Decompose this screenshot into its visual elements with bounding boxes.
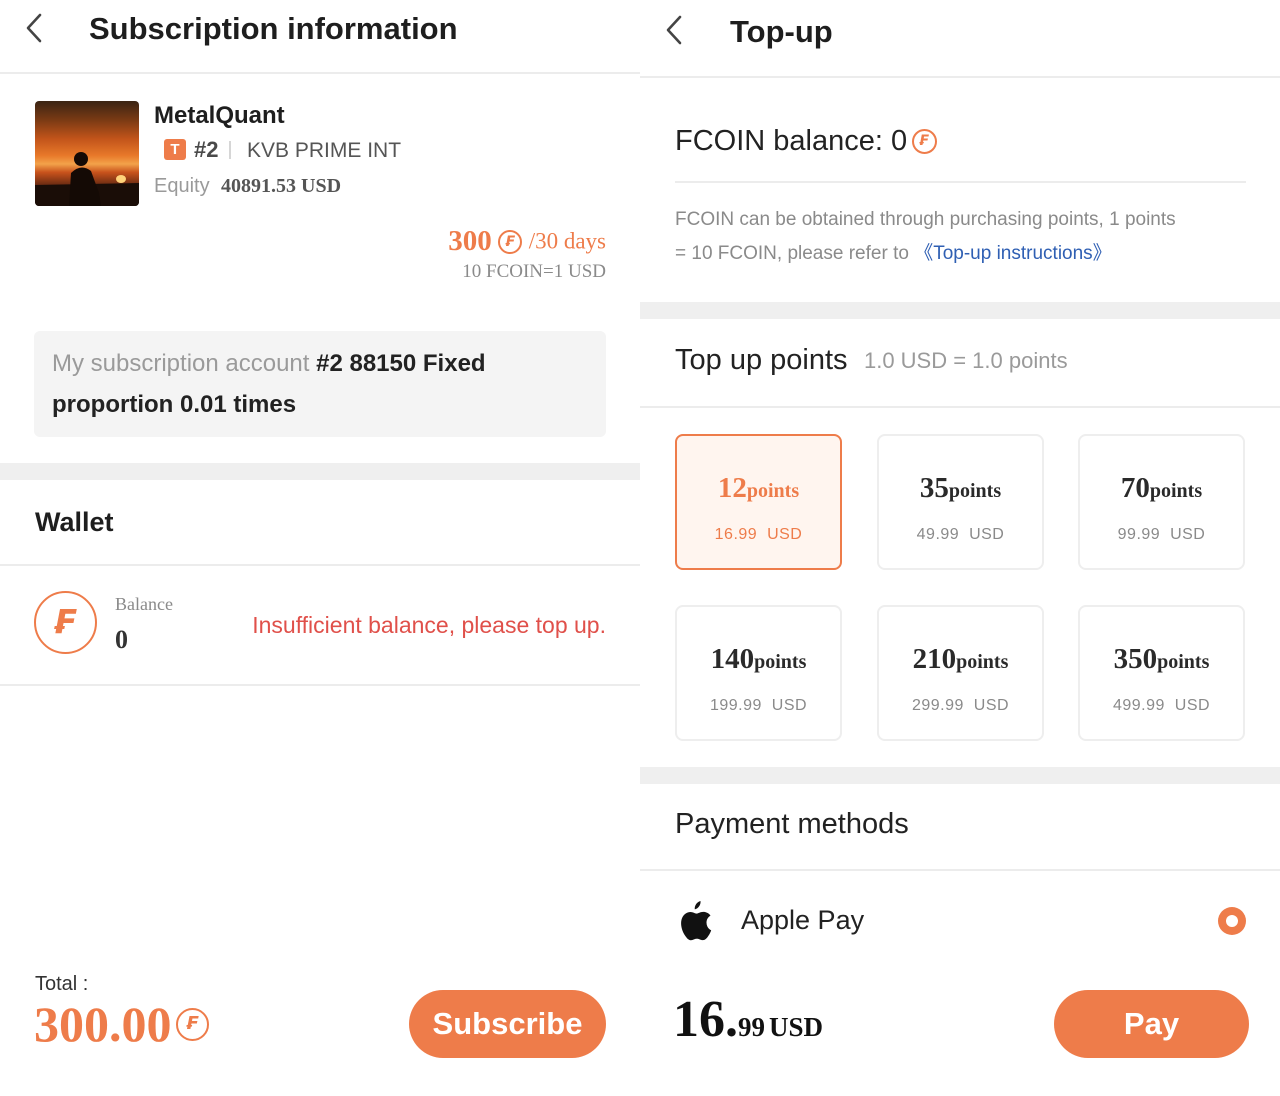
header-divider: [0, 72, 640, 74]
fcoin-balance: FCOIN balance: 0: [675, 125, 908, 157]
equity-label: Equity: [154, 175, 210, 197]
package-points-unit: points: [754, 651, 807, 673]
account-number: #2: [194, 137, 219, 162]
apple-pay-label: Apple Pay: [741, 905, 865, 935]
fcoin-note-line1: FCOIN can be obtained through purchasing…: [675, 209, 1176, 230]
package-points-value: 140: [710, 643, 755, 675]
topup-instructions-link[interactable]: 《Top-up instructions》: [914, 243, 1111, 264]
pay-currency: USD: [769, 1012, 824, 1042]
package-points-value: 350: [1113, 643, 1158, 675]
package-points: 140points: [677, 643, 840, 676]
equity-value: 40891.53 USD: [221, 175, 342, 197]
points-divider: [640, 406, 1280, 408]
balance-value: 0: [115, 625, 128, 654]
subscription-account-value-1: #2 88150 Fixed: [316, 350, 486, 377]
price-row: 300 ₣ /30 days: [448, 225, 606, 258]
subscribe-button[interactable]: Subscribe: [409, 990, 606, 1058]
page-title: Top-up: [730, 14, 833, 49]
points-package-card[interactable]: 210points 299.99 USD: [877, 605, 1044, 741]
package-points-value: 12: [717, 472, 747, 504]
price-period: /30 days: [528, 228, 606, 254]
points-package-card[interactable]: 140points 199.99 USD: [675, 605, 842, 741]
strategy-avatar[interactable]: [35, 101, 139, 206]
package-price: 99.99 USD: [1117, 526, 1206, 543]
package-points: 210points: [879, 643, 1042, 676]
points-package-card[interactable]: 350points 499.99 USD: [1078, 605, 1245, 741]
package-points: 35points: [879, 472, 1042, 505]
package-points-value: 210: [912, 643, 957, 675]
wallet-fcoin-icon: ₣: [34, 591, 97, 654]
total-label: Total :: [35, 973, 89, 995]
balance-divider: [675, 181, 1246, 183]
back-chevron-icon[interactable]: [22, 10, 48, 50]
balance-label: Balance: [115, 594, 173, 614]
pay-amount-decimal: 99: [738, 1012, 765, 1042]
topup-panel: Top-up FCOIN balance: 0 ₣ FCOIN can be o…: [640, 0, 1280, 1096]
package-points-unit: points: [1149, 480, 1203, 502]
subscription-panel: Subscription information MetalQuant T #2…: [0, 0, 640, 1096]
insufficient-balance-warning[interactable]: Insufficient balance, please top up.: [252, 612, 606, 639]
points-title: Top up points: [675, 344, 848, 376]
price-amount: 300: [448, 225, 492, 257]
tag-separator: [229, 141, 231, 159]
exchange-rate: 10 FCOIN=1 USD: [462, 261, 606, 282]
wallet-bottom-divider: [0, 684, 640, 686]
subscription-account-value-2: proportion 0.01 times: [52, 391, 297, 418]
package-price: 199.99 USD: [709, 697, 808, 714]
total-value: 300.00: [34, 996, 172, 1052]
package-price: 49.99 USD: [916, 526, 1005, 543]
package-price: 16.99 USD: [714, 526, 803, 543]
points-package-card[interactable]: 70points 99.99 USD: [1078, 434, 1245, 570]
total-fcoin-icon: ₣: [175, 1007, 209, 1041]
package-points-unit: points: [1157, 651, 1210, 673]
section-separator: [640, 767, 1280, 784]
header-divider: [640, 76, 1280, 78]
payment-divider: [640, 869, 1280, 871]
total-row: 300.00 ₣: [34, 995, 209, 1053]
package-points-value: 70: [1120, 472, 1150, 504]
pay-total: 16.99 USD: [673, 990, 823, 1049]
section-separator: [0, 463, 640, 480]
package-points-unit: points: [948, 480, 1002, 502]
section-separator: [640, 302, 1280, 319]
subscription-account-label: My subscription account: [52, 350, 310, 377]
fcoin-note-line2: = 10 FCOIN, please refer to: [675, 243, 909, 264]
points-package-card[interactable]: 12points 16.99 USD: [675, 434, 842, 570]
strategy-name: MetalQuant: [154, 102, 285, 129]
package-points: 70points: [1080, 472, 1243, 505]
pay-amount-integer: 16.: [673, 991, 738, 1048]
fcoin-icon: ₣: [498, 229, 523, 254]
payment-methods-title: Payment methods: [675, 808, 909, 840]
fcoin-icon: ₣: [911, 129, 937, 154]
points-rate: 1.0 USD = 1.0 points: [863, 347, 1068, 373]
package-points-unit: points: [956, 651, 1009, 673]
apple-pay-radio[interactable]: [1218, 907, 1246, 935]
strategy-tag-badge: T: [164, 139, 186, 160]
fcoin-note: FCOIN can be obtained through purchasing…: [675, 203, 1260, 271]
points-header: Top up points 1.0 USD = 1.0 points: [675, 344, 1068, 377]
pay-button[interactable]: Pay: [1054, 990, 1249, 1058]
package-points: 12points: [677, 472, 840, 505]
points-package-card[interactable]: 35points 49.99 USD: [877, 434, 1044, 570]
broker-name: KVB PRIME INT: [247, 139, 402, 162]
package-points-unit: points: [746, 480, 800, 502]
package-price: 299.99 USD: [911, 697, 1010, 714]
wallet-divider: [0, 564, 640, 566]
package-points: 350points: [1080, 643, 1243, 676]
apple-icon: [675, 899, 713, 943]
subscription-account-box: My subscription account #2 88150 Fixed p…: [34, 331, 606, 437]
package-price: 499.99 USD: [1112, 697, 1211, 714]
fcoin-balance-row: FCOIN balance: 0 ₣: [675, 125, 937, 158]
package-points-value: 35: [919, 472, 949, 504]
wallet-title: Wallet: [35, 507, 114, 537]
page-title: Subscription information: [89, 11, 458, 46]
back-chevron-icon[interactable]: [662, 12, 688, 52]
